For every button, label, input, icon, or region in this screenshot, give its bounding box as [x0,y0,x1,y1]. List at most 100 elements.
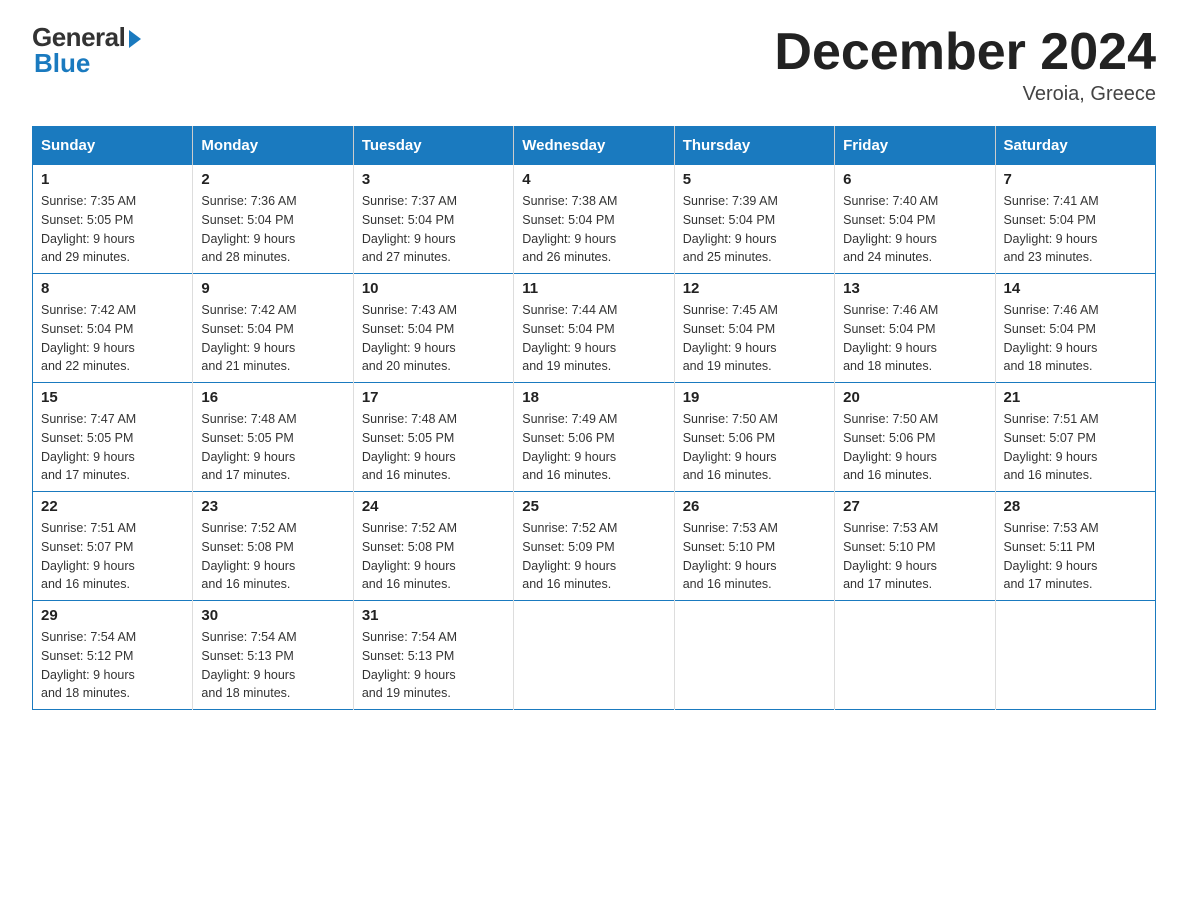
day-number: 25 [522,498,665,515]
day-number: 6 [843,171,986,188]
day-number: 7 [1004,171,1147,188]
day-number: 24 [362,498,505,515]
calendar-cell: 3 Sunrise: 7:37 AM Sunset: 5:04 PM Dayli… [353,165,513,274]
calendar-cell: 21 Sunrise: 7:51 AM Sunset: 5:07 PM Dayl… [995,383,1155,492]
calendar-cell: 11 Sunrise: 7:44 AM Sunset: 5:04 PM Dayl… [514,274,674,383]
day-number: 5 [683,171,826,188]
calendar-cell: 8 Sunrise: 7:42 AM Sunset: 5:04 PM Dayli… [33,274,193,383]
day-info: Sunrise: 7:52 AM Sunset: 5:09 PM Dayligh… [522,519,665,594]
calendar-cell: 17 Sunrise: 7:48 AM Sunset: 5:05 PM Dayl… [353,383,513,492]
header-wednesday: Wednesday [514,127,674,165]
day-info: Sunrise: 7:40 AM Sunset: 5:04 PM Dayligh… [843,192,986,267]
day-number: 31 [362,607,505,624]
day-info: Sunrise: 7:50 AM Sunset: 5:06 PM Dayligh… [683,410,826,485]
calendar-cell: 20 Sunrise: 7:50 AM Sunset: 5:06 PM Dayl… [835,383,995,492]
calendar-cell: 1 Sunrise: 7:35 AM Sunset: 5:05 PM Dayli… [33,165,193,274]
day-number: 29 [41,607,184,624]
day-info: Sunrise: 7:45 AM Sunset: 5:04 PM Dayligh… [683,301,826,376]
day-number: 8 [41,280,184,297]
day-info: Sunrise: 7:48 AM Sunset: 5:05 PM Dayligh… [201,410,344,485]
calendar-cell: 2 Sunrise: 7:36 AM Sunset: 5:04 PM Dayli… [193,165,353,274]
logo-general-text: General [32,24,125,50]
calendar-cell [514,601,674,710]
calendar-table: SundayMondayTuesdayWednesdayThursdayFrid… [32,126,1156,710]
day-info: Sunrise: 7:42 AM Sunset: 5:04 PM Dayligh… [41,301,184,376]
week-row-2: 8 Sunrise: 7:42 AM Sunset: 5:04 PM Dayli… [33,274,1156,383]
calendar-cell: 16 Sunrise: 7:48 AM Sunset: 5:05 PM Dayl… [193,383,353,492]
day-number: 26 [683,498,826,515]
week-row-1: 1 Sunrise: 7:35 AM Sunset: 5:05 PM Dayli… [33,165,1156,274]
day-number: 17 [362,389,505,406]
day-info: Sunrise: 7:38 AM Sunset: 5:04 PM Dayligh… [522,192,665,267]
day-number: 19 [683,389,826,406]
calendar-cell: 28 Sunrise: 7:53 AM Sunset: 5:11 PM Dayl… [995,492,1155,601]
day-info: Sunrise: 7:35 AM Sunset: 5:05 PM Dayligh… [41,192,184,267]
day-number: 1 [41,171,184,188]
header-thursday: Thursday [674,127,834,165]
week-row-5: 29 Sunrise: 7:54 AM Sunset: 5:12 PM Dayl… [33,601,1156,710]
week-row-4: 22 Sunrise: 7:51 AM Sunset: 5:07 PM Dayl… [33,492,1156,601]
day-info: Sunrise: 7:37 AM Sunset: 5:04 PM Dayligh… [362,192,505,267]
calendar-cell: 24 Sunrise: 7:52 AM Sunset: 5:08 PM Dayl… [353,492,513,601]
calendar-cell: 30 Sunrise: 7:54 AM Sunset: 5:13 PM Dayl… [193,601,353,710]
logo: General Blue [32,24,141,76]
day-info: Sunrise: 7:53 AM Sunset: 5:10 PM Dayligh… [683,519,826,594]
day-info: Sunrise: 7:53 AM Sunset: 5:11 PM Dayligh… [1004,519,1147,594]
calendar-cell: 5 Sunrise: 7:39 AM Sunset: 5:04 PM Dayli… [674,165,834,274]
day-number: 28 [1004,498,1147,515]
day-number: 3 [362,171,505,188]
header-sunday: Sunday [33,127,193,165]
calendar-cell: 10 Sunrise: 7:43 AM Sunset: 5:04 PM Dayl… [353,274,513,383]
day-info: Sunrise: 7:54 AM Sunset: 5:13 PM Dayligh… [362,628,505,703]
calendar-cell: 14 Sunrise: 7:46 AM Sunset: 5:04 PM Dayl… [995,274,1155,383]
calendar-cell: 26 Sunrise: 7:53 AM Sunset: 5:10 PM Dayl… [674,492,834,601]
calendar-cell: 22 Sunrise: 7:51 AM Sunset: 5:07 PM Dayl… [33,492,193,601]
day-number: 9 [201,280,344,297]
calendar-cell: 19 Sunrise: 7:50 AM Sunset: 5:06 PM Dayl… [674,383,834,492]
calendar-cell: 6 Sunrise: 7:40 AM Sunset: 5:04 PM Dayli… [835,165,995,274]
calendar-cell: 18 Sunrise: 7:49 AM Sunset: 5:06 PM Dayl… [514,383,674,492]
day-info: Sunrise: 7:50 AM Sunset: 5:06 PM Dayligh… [843,410,986,485]
day-number: 27 [843,498,986,515]
day-info: Sunrise: 7:49 AM Sunset: 5:06 PM Dayligh… [522,410,665,485]
logo-blue-text: Blue [34,50,141,76]
day-number: 4 [522,171,665,188]
day-info: Sunrise: 7:44 AM Sunset: 5:04 PM Dayligh… [522,301,665,376]
day-number: 2 [201,171,344,188]
calendar-cell: 23 Sunrise: 7:52 AM Sunset: 5:08 PM Dayl… [193,492,353,601]
day-number: 10 [362,280,505,297]
calendar-cell: 25 Sunrise: 7:52 AM Sunset: 5:09 PM Dayl… [514,492,674,601]
day-info: Sunrise: 7:42 AM Sunset: 5:04 PM Dayligh… [201,301,344,376]
month-title: December 2024 [774,24,1156,81]
calendar-body: 1 Sunrise: 7:35 AM Sunset: 5:05 PM Dayli… [33,165,1156,710]
calendar-header-row: SundayMondayTuesdayWednesdayThursdayFrid… [33,127,1156,165]
calendar-cell: 9 Sunrise: 7:42 AM Sunset: 5:04 PM Dayli… [193,274,353,383]
page-header: General Blue December 2024 Veroia, Greec… [32,24,1156,106]
day-number: 13 [843,280,986,297]
calendar-cell: 13 Sunrise: 7:46 AM Sunset: 5:04 PM Dayl… [835,274,995,383]
day-number: 23 [201,498,344,515]
header-saturday: Saturday [995,127,1155,165]
calendar-cell [674,601,834,710]
calendar-header: SundayMondayTuesdayWednesdayThursdayFrid… [33,127,1156,165]
day-info: Sunrise: 7:54 AM Sunset: 5:13 PM Dayligh… [201,628,344,703]
day-info: Sunrise: 7:54 AM Sunset: 5:12 PM Dayligh… [41,628,184,703]
calendar-cell [995,601,1155,710]
header-monday: Monday [193,127,353,165]
day-info: Sunrise: 7:39 AM Sunset: 5:04 PM Dayligh… [683,192,826,267]
calendar-cell [835,601,995,710]
logo-arrow-icon [129,30,141,48]
calendar-cell: 31 Sunrise: 7:54 AM Sunset: 5:13 PM Dayl… [353,601,513,710]
header-friday: Friday [835,127,995,165]
day-info: Sunrise: 7:53 AM Sunset: 5:10 PM Dayligh… [843,519,986,594]
day-number: 22 [41,498,184,515]
calendar-cell: 4 Sunrise: 7:38 AM Sunset: 5:04 PM Dayli… [514,165,674,274]
day-number: 20 [843,389,986,406]
calendar-cell: 12 Sunrise: 7:45 AM Sunset: 5:04 PM Dayl… [674,274,834,383]
day-info: Sunrise: 7:48 AM Sunset: 5:05 PM Dayligh… [362,410,505,485]
day-number: 14 [1004,280,1147,297]
day-info: Sunrise: 7:51 AM Sunset: 5:07 PM Dayligh… [41,519,184,594]
week-row-3: 15 Sunrise: 7:47 AM Sunset: 5:05 PM Dayl… [33,383,1156,492]
day-number: 30 [201,607,344,624]
day-info: Sunrise: 7:41 AM Sunset: 5:04 PM Dayligh… [1004,192,1147,267]
